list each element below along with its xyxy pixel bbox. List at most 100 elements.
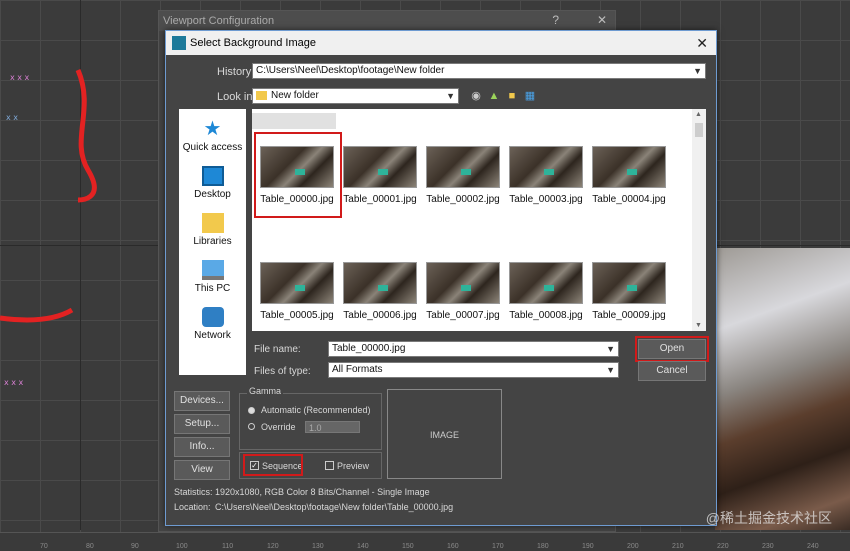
image-thumbnail	[509, 146, 583, 188]
open-button-highlight	[635, 336, 709, 362]
file-item[interactable]: Table_00006.jpg	[340, 262, 420, 321]
filename-value: Table_00000.jpg	[332, 343, 406, 354]
sidebar-item-label: Libraries	[193, 236, 232, 247]
statistics-value: 1920x1080, RGB Color 8 Bits/Channel - Si…	[215, 487, 430, 497]
lookin-label: Look in:	[217, 91, 256, 103]
filename-field[interactable]: Table_00000.jpg ▼	[328, 341, 619, 357]
ruler-tick: 180	[537, 543, 549, 550]
file-name: Table_00001.jpg	[343, 194, 417, 205]
cancel-button[interactable]: Cancel	[638, 361, 706, 381]
view-menu-icon[interactable]: ▦	[524, 90, 536, 102]
close-icon[interactable]: ✕	[597, 13, 607, 27]
chevron-down-icon: ▼	[606, 365, 615, 375]
computer-icon	[201, 260, 224, 280]
sidebar-item-desktop[interactable]: Desktop	[179, 166, 246, 200]
file-item[interactable]: Table_00002.jpg	[423, 146, 503, 205]
red-path-top	[75, 69, 97, 203]
ruler-tick: 240	[807, 543, 819, 550]
file-item[interactable]: Table_00008.jpg	[506, 262, 586, 321]
file-item[interactable]: Table_00001.jpg	[340, 146, 420, 205]
gamma-override-spinner[interactable]: 1.0	[305, 421, 360, 433]
filetype-value: All Formats	[332, 364, 383, 375]
dialog-title: Select Background Image	[190, 37, 316, 49]
svg-text:x x x: x x x	[4, 378, 24, 387]
ruler-tick: 230	[762, 543, 774, 550]
file-name: Table_00009.jpg	[592, 310, 666, 321]
filetype-dropdown[interactable]: All Formats ▼	[328, 362, 619, 378]
gamma-override-value: 1.0	[309, 423, 322, 433]
sidebar-item-label: Quick access	[182, 142, 243, 153]
ruler-tick: 150	[402, 543, 414, 550]
sidebar-item-this-pc[interactable]: This PC	[179, 260, 246, 294]
file-name: Table_00008.jpg	[509, 310, 583, 321]
viewport-configuration-title: Viewport Configuration	[159, 11, 615, 31]
ruler-tick: 110	[222, 543, 234, 550]
sidebar-item-network[interactable]: Network	[179, 307, 246, 341]
lookin-dropdown[interactable]: New folder ▼	[252, 88, 459, 104]
info-button[interactable]: Info...	[174, 437, 230, 457]
file-item[interactable]: Table_00005.jpg	[257, 262, 337, 321]
app-logo-icon	[172, 36, 186, 50]
gamma-title: Gamma	[247, 386, 284, 396]
image-thumbnail	[509, 262, 583, 304]
desktop-icon	[201, 166, 224, 186]
file-name: Table_00003.jpg	[509, 194, 583, 205]
scroll-up-icon[interactable]: ▲	[695, 111, 702, 118]
gamma-automatic-radio[interactable]	[248, 407, 255, 414]
scrollbar-thumb[interactable]	[695, 123, 703, 137]
lookin-value: New folder	[271, 90, 319, 101]
filetype-label: Files of type:	[254, 366, 311, 377]
svg-text:x x: x x	[6, 113, 18, 122]
timeline-ruler[interactable]: 70 80 90 100 110 120 130 140 150 160 170…	[0, 532, 850, 551]
chevron-down-icon: ▼	[446, 91, 455, 101]
chevron-down-icon: ▼	[693, 66, 702, 76]
selected-file-highlight	[254, 132, 342, 218]
dialog-close-icon[interactable]: ✕	[696, 31, 708, 55]
file-name: Table_00007.jpg	[426, 310, 500, 321]
setup-button[interactable]: Setup...	[174, 414, 230, 434]
preview-checkbox[interactable]	[325, 461, 334, 470]
sidebar-item-quick-access[interactable]: ★ Quick access	[179, 119, 246, 153]
filename-label: File name:	[254, 344, 301, 355]
file-name: Table_00006.jpg	[343, 310, 417, 321]
star-icon: ★	[203, 118, 222, 140]
view-button[interactable]: View	[174, 460, 230, 480]
ruler-tick: 100	[176, 543, 188, 550]
image-thumbnail	[426, 146, 500, 188]
file-item[interactable]: Table_00009.jpg	[589, 262, 669, 321]
file-name: Table_00004.jpg	[592, 194, 666, 205]
red-path-bottom	[0, 307, 74, 323]
folder-icon	[256, 91, 267, 100]
file-item[interactable]: Table_00004.jpg	[589, 146, 669, 205]
ruler-tick: 170	[492, 543, 504, 550]
help-icon[interactable]: ?	[552, 13, 559, 27]
file-list-scrollbar[interactable]: ▲ ▼	[692, 109, 706, 331]
gamma-override-radio[interactable]	[248, 423, 255, 430]
image-thumbnail	[343, 146, 417, 188]
chevron-down-icon: ▼	[606, 344, 615, 354]
sidebar-item-libraries[interactable]: Libraries	[179, 213, 246, 247]
location-label: Location:	[174, 502, 211, 512]
sequence-highlight	[243, 454, 303, 476]
ruler-tick: 200	[627, 543, 639, 550]
file-item[interactable]: Table_00003.jpg	[506, 146, 586, 205]
file-item[interactable]: Table_00007.jpg	[423, 262, 503, 321]
gamma-override-label: Override	[261, 422, 296, 432]
animation-paths: x x x x x x x x	[0, 69, 97, 387]
back-icon[interactable]: ◉	[470, 90, 482, 102]
up-folder-icon[interactable]: ▲	[488, 90, 500, 102]
location-value: C:\Users\Neel\Desktop\footage\New folder…	[215, 502, 454, 512]
new-folder-icon[interactable]: ■	[506, 90, 518, 102]
devices-button[interactable]: Devices...	[174, 391, 230, 411]
header-strip	[252, 113, 336, 129]
image-thumbnail	[426, 262, 500, 304]
history-value: C:\Users\Neel\Desktop\footage\New folder	[256, 65, 445, 76]
ruler-tick: 70	[40, 543, 48, 550]
ruler-tick: 160	[447, 543, 459, 550]
ruler-tick: 190	[582, 543, 594, 550]
ruler-tick: 130	[312, 543, 324, 550]
history-label: History:	[217, 66, 255, 78]
ruler-tick: 140	[357, 543, 369, 550]
scroll-down-icon[interactable]: ▼	[695, 322, 702, 329]
history-dropdown[interactable]: C:\Users\Neel\Desktop\footage\New folder…	[252, 63, 706, 79]
